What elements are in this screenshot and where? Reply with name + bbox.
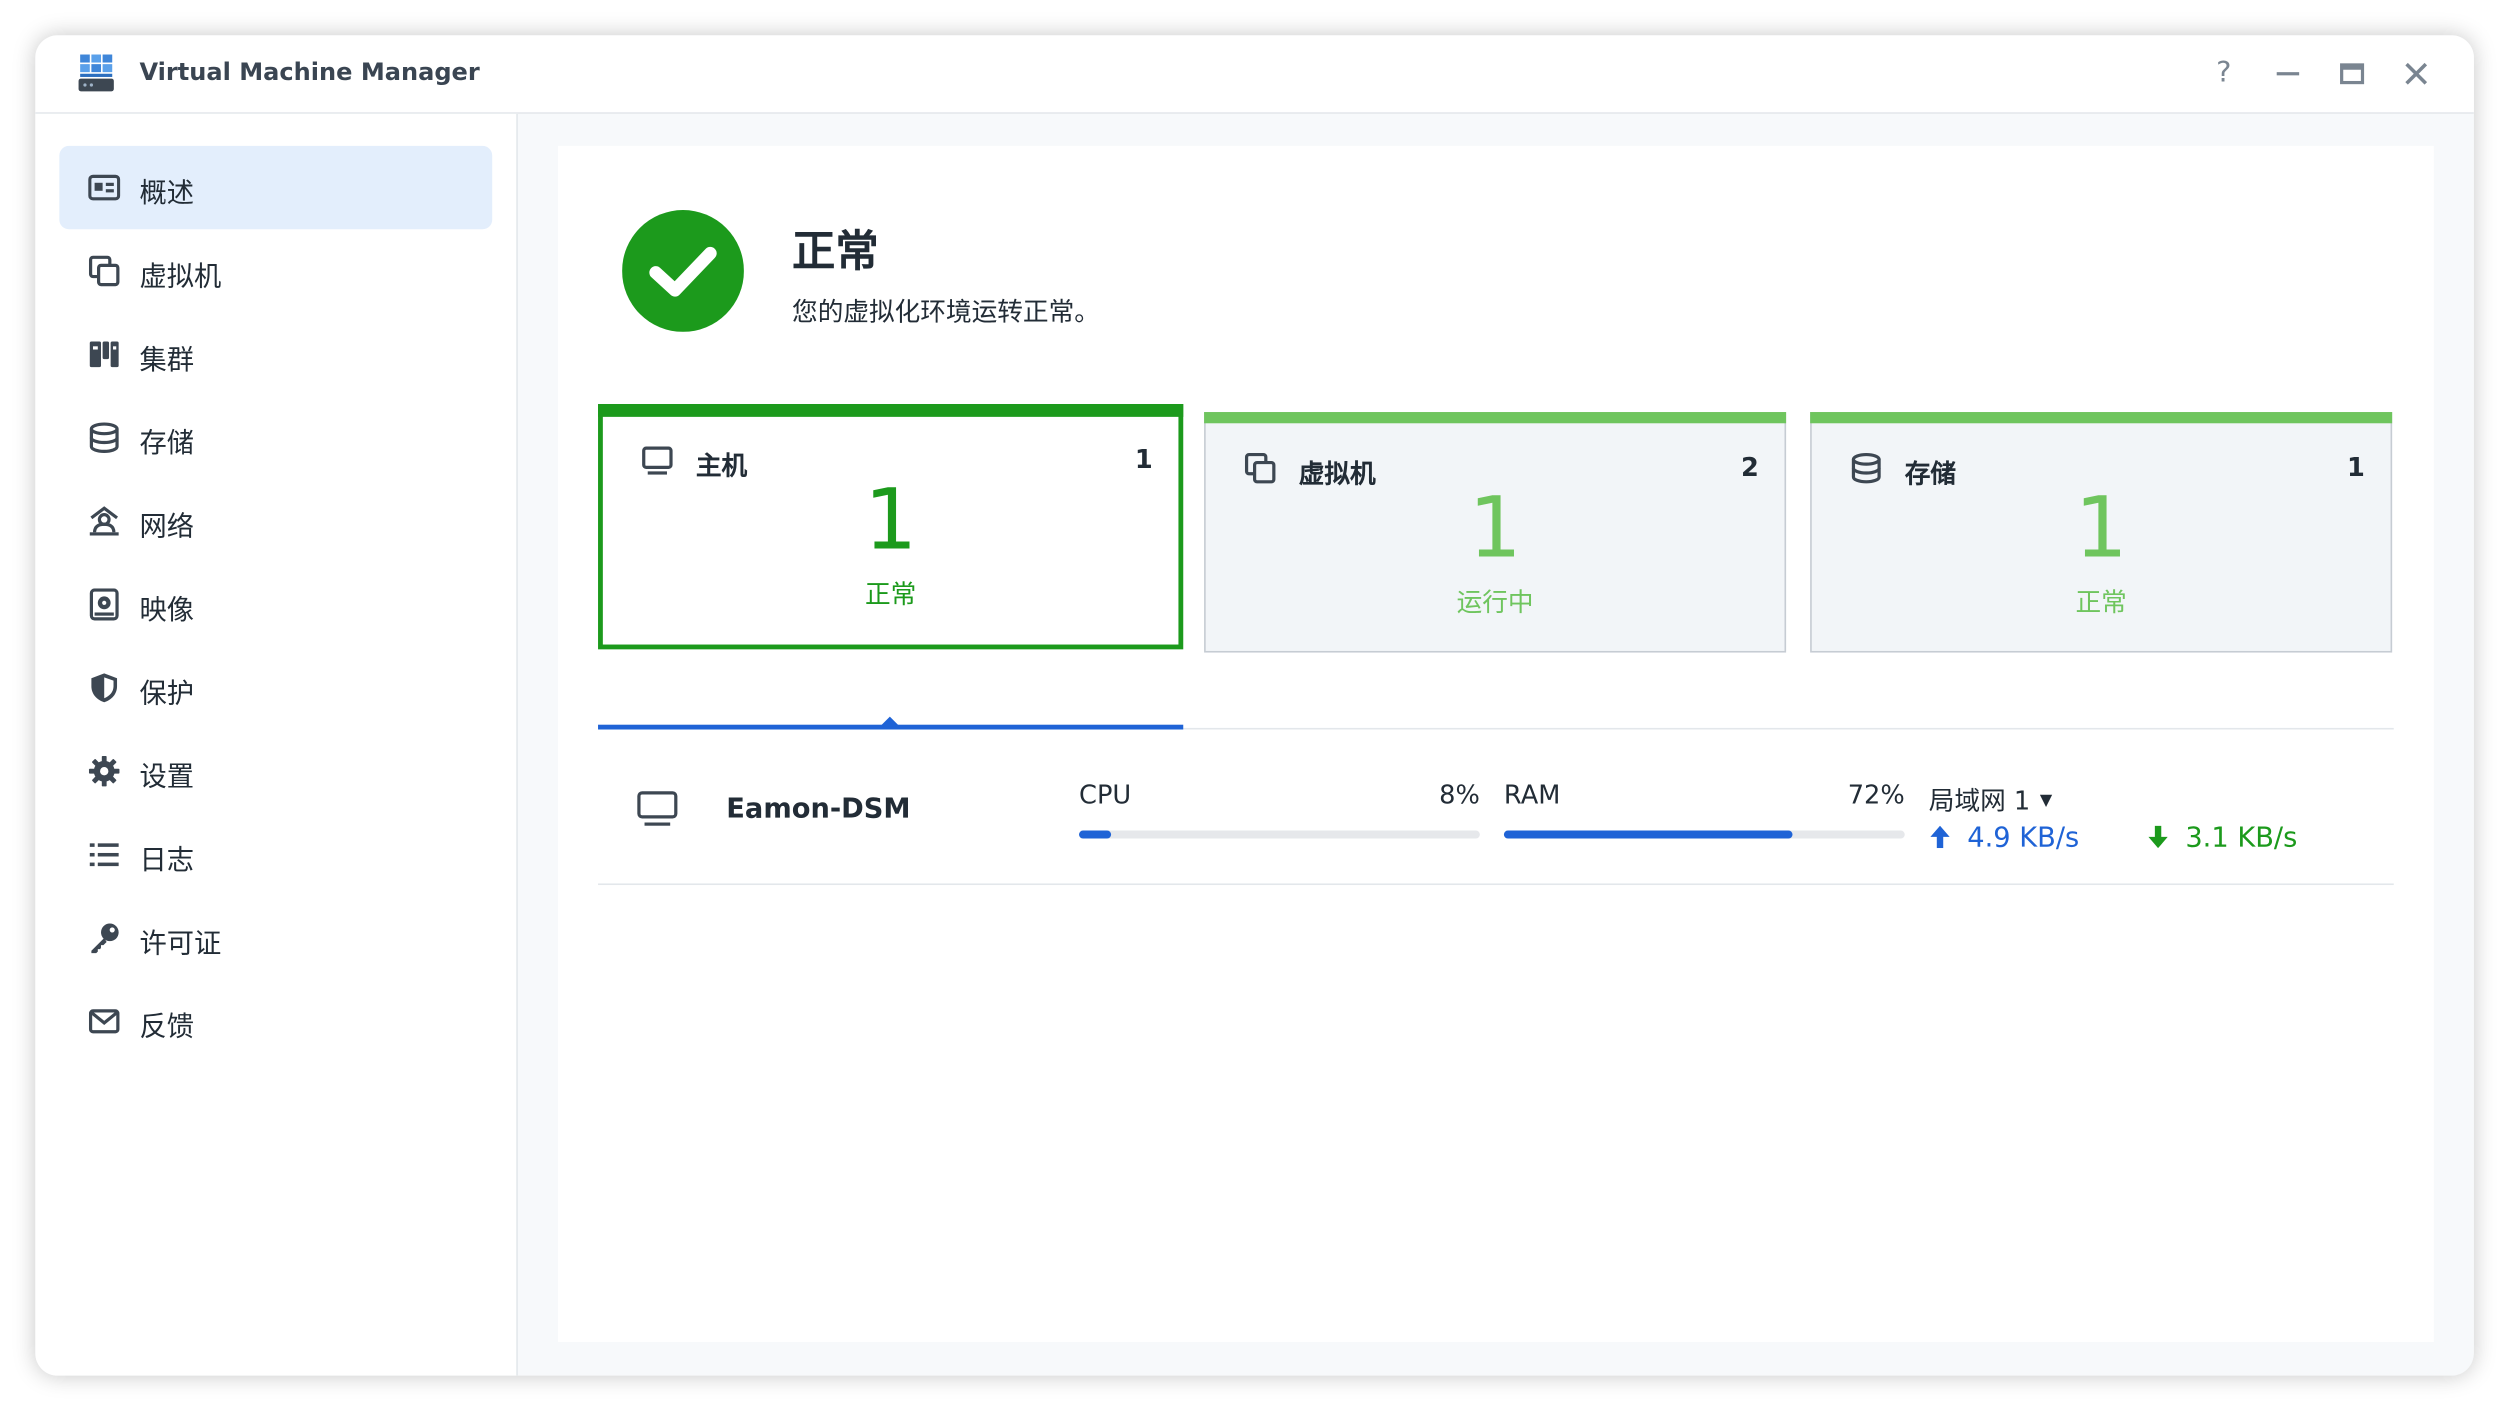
log-list-icon — [89, 843, 119, 867]
gear-icon — [88, 755, 120, 787]
overview-icon — [88, 174, 121, 201]
sidebar-item-settings[interactable]: 设置 — [59, 730, 492, 813]
help-icon: ? — [2216, 56, 2232, 90]
sidebar-item-image[interactable]: 映像 — [59, 563, 492, 646]
image-icon — [89, 588, 119, 621]
sidebar-item-label: 集群 — [139, 344, 195, 377]
card-total-count: 2 — [1740, 452, 1759, 483]
vmm-app-icon — [78, 54, 114, 92]
card-total-count: 1 — [2347, 452, 2365, 483]
sidebar-item-label: 设置 — [139, 761, 195, 794]
sidebar-item-label: 概述 — [139, 177, 195, 211]
cpu-usage-bar — [1079, 830, 1480, 839]
cpu-label: CPU — [1079, 779, 1132, 810]
sidebar-item-virtual-machine[interactable]: 虚拟机 — [59, 229, 492, 312]
card-healthy-count: 1 — [2074, 480, 2128, 578]
status-description: 您的虚拟化环境运转正常。 — [792, 296, 1100, 328]
storage-icon — [89, 422, 119, 453]
ram-usage-bar — [1503, 830, 1905, 839]
maximize-icon — [2340, 63, 2365, 85]
caret-up-icon — [880, 716, 900, 727]
key-icon — [91, 923, 119, 954]
download-rate: 3.1 KB/s — [2147, 823, 2297, 855]
card-status: 运行中 — [1456, 586, 1534, 618]
card-top-bar — [1204, 412, 1787, 424]
sidebar-item-protection[interactable]: 保护 — [59, 646, 492, 729]
card-top-bar — [1810, 412, 2393, 424]
card-running-count: 1 — [1468, 480, 1522, 578]
check-circle-icon — [622, 210, 744, 332]
sidebar-item-label: 映像 — [139, 594, 195, 627]
mail-icon — [88, 1009, 120, 1034]
cpu-value: 8% — [1439, 779, 1480, 810]
sidebar-item-feedback[interactable]: 反馈 — [59, 980, 492, 1063]
close-button[interactable] — [2397, 55, 2435, 93]
sidebar-item-log[interactable]: 日志 — [59, 813, 492, 896]
minimize-icon — [2276, 72, 2300, 76]
overview-panel: 正常 您的虚拟化环境运转正常。 主机 1 1 正常 虚拟机 2 1 运行中 存储… — [557, 145, 2434, 1342]
card-status: 正常 — [864, 578, 917, 610]
minimize-button[interactable] — [2269, 55, 2307, 93]
ram-value: 72% — [1847, 779, 1905, 810]
card-total-count: 1 — [1134, 444, 1153, 475]
sidebar-item-label: 存储 — [139, 428, 195, 461]
arrow-up-icon — [1930, 825, 1950, 849]
status-title: 正常 — [792, 227, 879, 278]
title-bar: Virtual Machine Manager ? — [35, 35, 2474, 114]
sidebar-item-label: 日志 — [139, 844, 195, 878]
host-row[interactable]: Eamon-DSM CPU 8% RAM 72% 局域网 1 ▼ 4.9 KB/s — [598, 730, 2394, 886]
storage-summary-card[interactable]: 存储 1 1 正常 — [1810, 412, 2393, 653]
lan-selector[interactable]: 局域网 1 ▼ — [1929, 779, 2052, 817]
sidebar-item-cluster[interactable]: 集群 — [59, 313, 492, 396]
vm-summary-card[interactable]: 虚拟机 2 1 运行中 — [1204, 412, 1787, 653]
upload-value: 4.9 KB/s — [1967, 822, 2080, 855]
sidebar-item-label: 虚拟机 — [139, 261, 222, 294]
network-icon — [89, 506, 119, 536]
sidebar-item-label: 反馈 — [139, 1011, 195, 1044]
virtual-machine-icon — [88, 255, 120, 287]
sidebar-item-network[interactable]: 网络 — [59, 479, 492, 562]
monitor-icon — [642, 446, 673, 475]
card-healthy-count: 1 — [864, 472, 918, 570]
ram-usage-fill — [1503, 830, 1793, 839]
sidebar-item-label: 许可证 — [139, 928, 222, 961]
cpu-usage-fill — [1079, 830, 1112, 839]
maximize-button[interactable] — [2333, 55, 2371, 93]
storage-icon — [1851, 452, 1881, 484]
sidebar: 概述 虚拟机 集群 存储 网络 映像 保护 设置 日志 许可证 反馈 — [35, 113, 518, 1376]
sidebar-item-license[interactable]: 许可证 — [59, 896, 492, 979]
sidebar-item-label: 保护 — [139, 678, 195, 711]
sidebar-item-storage[interactable]: 存储 — [59, 396, 492, 479]
host-name: Eamon-DSM — [726, 793, 911, 826]
ram-label: RAM — [1503, 779, 1561, 810]
close-icon — [2405, 62, 2428, 85]
host-summary-card[interactable]: 主机 1 1 正常 — [598, 404, 1184, 650]
sidebar-item-overview[interactable]: 概述 — [59, 145, 493, 230]
card-top-bar — [598, 404, 1184, 417]
virtual-machine-icon — [1244, 452, 1276, 484]
cluster-icon — [89, 341, 119, 368]
arrow-down-icon — [2148, 825, 2168, 849]
chevron-down-icon: ▼ — [2039, 792, 2053, 810]
lan-label: 局域网 1 — [1928, 785, 2031, 817]
app-title: Virtual Machine Manager — [139, 57, 480, 87]
sidebar-item-label: 网络 — [139, 511, 195, 544]
monitor-icon — [637, 791, 678, 826]
vmm-window: Virtual Machine Manager ? 概述 虚拟机 集群 存储 网… — [35, 35, 2474, 1376]
help-button[interactable]: ? — [2205, 55, 2243, 93]
upload-rate: 4.9 KB/s — [1929, 823, 2079, 855]
card-status: 正常 — [2075, 586, 2127, 618]
shield-icon — [91, 673, 118, 703]
download-value: 3.1 KB/s — [2185, 822, 2298, 855]
